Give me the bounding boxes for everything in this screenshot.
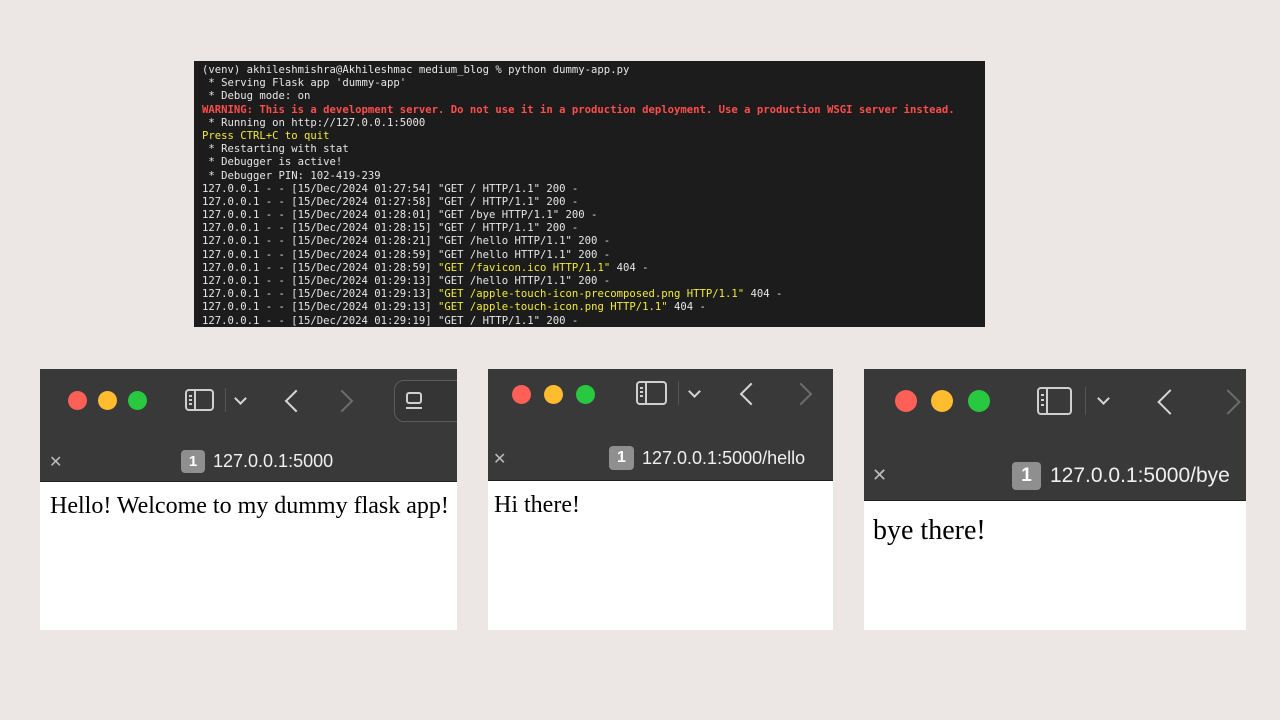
browser-window-bye: ✕ 1 127.0.0.1:5000/bye bye there! bbox=[864, 369, 1246, 630]
tab-number-badge: 1 bbox=[1012, 462, 1041, 490]
minimize-window-button[interactable] bbox=[98, 391, 117, 410]
zoom-window-button[interactable] bbox=[576, 385, 595, 404]
forward-arrow-icon[interactable] bbox=[330, 389, 354, 413]
browser-window-hello: ✕ 1 127.0.0.1:5000/hello Hi there! bbox=[488, 369, 833, 630]
tab-url[interactable]: 127.0.0.1:5000/bye bbox=[1050, 462, 1230, 490]
log-line: 127.0.0.1 - - [15/Dec/2024 01:29:19] "GE… bbox=[202, 314, 579, 327]
log-line: 127.0.0.1 - - [15/Dec/2024 01:29:13] "GE… bbox=[202, 288, 985, 301]
sidebar-toggle-icon[interactable] bbox=[185, 389, 214, 411]
zoom-window-button[interactable] bbox=[128, 391, 147, 410]
log-request-404: "GET /apple-touch-icon-precomposed.png H… bbox=[438, 288, 745, 301]
close-window-button[interactable] bbox=[512, 385, 531, 404]
terminal-line: * Debug mode: on bbox=[202, 90, 311, 103]
back-arrow-icon[interactable] bbox=[739, 382, 763, 406]
terminal-quit-hint: Press CTRL+C to quit bbox=[202, 129, 330, 142]
log-prefix: 127.0.0.1 - - [15/Dec/2024 01:29:13] bbox=[202, 288, 438, 301]
browser-window-home: ✕ 1 127.0.0.1:5000 Hello! Welcome to my … bbox=[40, 369, 457, 630]
terminal-line: * Serving Flask app 'dummy-app' bbox=[202, 77, 407, 90]
log-line: 127.0.0.1 - - [15/Dec/2024 01:28:59] "GE… bbox=[202, 248, 611, 261]
log-line: 127.0.0.1 - - [15/Dec/2024 01:27:58] "GE… bbox=[202, 195, 579, 208]
tab-number-badge: 1 bbox=[609, 446, 634, 470]
page-content: bye there! bbox=[873, 515, 986, 546]
log-line: 127.0.0.1 - - [15/Dec/2024 01:27:54] "GE… bbox=[202, 182, 579, 195]
log-line: 127.0.0.1 - - [15/Dec/2024 01:29:13] "GE… bbox=[202, 275, 611, 287]
log-line: 127.0.0.1 - - [15/Dec/2024 01:28:21] "GE… bbox=[202, 235, 611, 248]
close-icon[interactable]: ✕ bbox=[872, 467, 887, 485]
chevron-down-icon[interactable] bbox=[688, 385, 701, 398]
close-icon[interactable]: ✕ bbox=[49, 454, 62, 470]
terminal-line: * Debugger is active! bbox=[202, 156, 343, 169]
close-icon[interactable]: ✕ bbox=[493, 451, 506, 467]
close-window-button[interactable] bbox=[68, 391, 87, 410]
page-content: Hello! Welcome to my dummy flask app! bbox=[50, 493, 449, 519]
chevron-down-icon[interactable] bbox=[234, 392, 247, 405]
terminal-line: * Running on http://127.0.0.1:5000 bbox=[202, 116, 426, 129]
browser-toolbar: ✕ 1 127.0.0.1:5000/bye bbox=[864, 369, 1246, 501]
toolbar-divider bbox=[225, 388, 226, 412]
log-line: 127.0.0.1 - - [15/Dec/2024 01:28:01] "GE… bbox=[202, 209, 598, 222]
reader-button[interactable] bbox=[394, 380, 457, 422]
log-suffix: 404 - bbox=[610, 261, 649, 274]
log-line: 127.0.0.1 - - [15/Dec/2024 01:28:15] "GE… bbox=[202, 222, 579, 235]
terminal-warning-line: WARNING: This is a development server. D… bbox=[202, 103, 955, 116]
browser-toolbar: ✕ 1 127.0.0.1:5000 bbox=[40, 369, 457, 482]
log-request-404: "GET /favicon.ico HTTP/1.1" bbox=[438, 261, 611, 274]
log-prefix: 127.0.0.1 - - [15/Dec/2024 01:28:59] bbox=[202, 261, 438, 274]
terminal-line: * Debugger PIN: 102-419-239 bbox=[202, 169, 381, 182]
toolbar-divider bbox=[678, 381, 679, 405]
close-window-button[interactable] bbox=[895, 390, 917, 412]
reader-icon bbox=[406, 392, 422, 404]
terminal-line: * Restarting with stat bbox=[202, 143, 349, 156]
back-arrow-icon[interactable] bbox=[1157, 389, 1183, 415]
minimize-window-button[interactable] bbox=[544, 385, 563, 404]
log-line: 127.0.0.1 - - [15/Dec/2024 01:28:59] "GE… bbox=[202, 262, 985, 275]
forward-arrow-icon[interactable] bbox=[1215, 389, 1241, 415]
tab-url[interactable]: 127.0.0.1:5000/hello bbox=[642, 446, 805, 470]
zoom-window-button[interactable] bbox=[968, 390, 990, 412]
toolbar-divider bbox=[1085, 387, 1086, 415]
browser-toolbar: ✕ 1 127.0.0.1:5000/hello bbox=[488, 369, 833, 481]
terminal-window: (venv) akhileshmishra@Akhileshmac medium… bbox=[194, 61, 985, 327]
log-request-404: "GET /apple-touch-icon.png HTTP/1.1" bbox=[438, 301, 668, 314]
tab-number-badge: 1 bbox=[181, 450, 205, 473]
log-prefix: 127.0.0.1 - - [15/Dec/2024 01:29:13] bbox=[202, 301, 438, 314]
log-suffix: 404 - bbox=[744, 288, 783, 301]
forward-arrow-icon[interactable] bbox=[789, 382, 813, 406]
minimize-window-button[interactable] bbox=[931, 390, 953, 412]
terminal-line: (venv) akhileshmishra@Akhileshmac medium… bbox=[202, 64, 630, 76]
back-arrow-icon[interactable] bbox=[284, 389, 308, 413]
sidebar-toggle-icon[interactable] bbox=[1037, 387, 1072, 415]
sidebar-toggle-icon[interactable] bbox=[636, 381, 667, 405]
log-suffix: 404 - bbox=[667, 301, 706, 314]
chevron-down-icon[interactable] bbox=[1097, 392, 1110, 405]
tab-url[interactable]: 127.0.0.1:5000 bbox=[213, 450, 333, 473]
page-content: Hi there! bbox=[494, 492, 580, 518]
log-line: 127.0.0.1 - - [15/Dec/2024 01:29:13] "GE… bbox=[202, 301, 985, 314]
